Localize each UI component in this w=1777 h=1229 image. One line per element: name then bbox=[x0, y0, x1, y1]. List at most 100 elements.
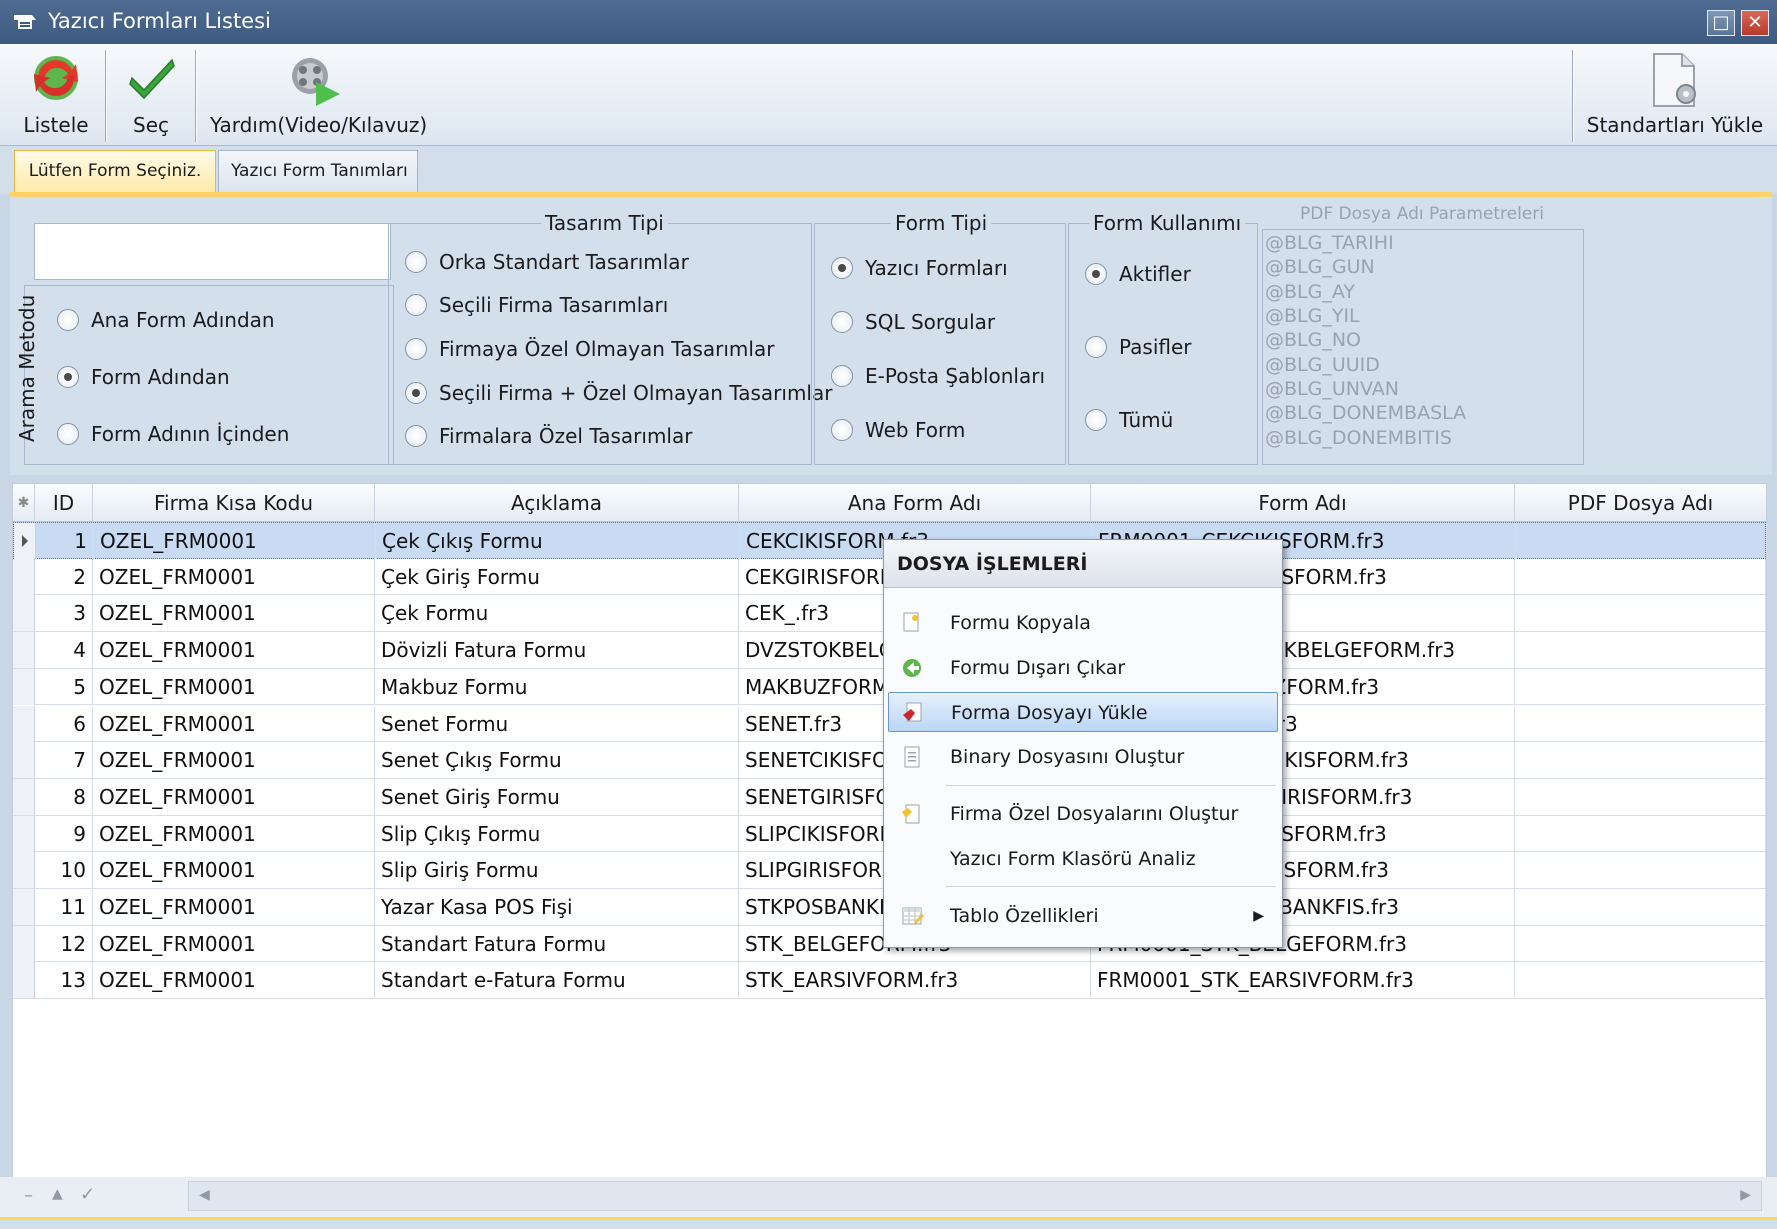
cell-pdf-dosya-adi[interactable] bbox=[1515, 778, 1766, 815]
row-indicator[interactable] bbox=[13, 889, 35, 925]
row-indicator[interactable] bbox=[13, 852, 35, 889]
row-indicator[interactable] bbox=[13, 632, 35, 669]
cell-pdf-dosya-adi[interactable] bbox=[1515, 705, 1766, 742]
standartlari-yukle-button[interactable]: Standartları Yükle bbox=[1580, 44, 1770, 145]
radio-yazici-formlari[interactable]: Yazıcı Formları bbox=[831, 254, 1008, 282]
cell-aciklama[interactable]: Senet Formu bbox=[375, 705, 739, 742]
cell-firma-kisa-kodu[interactable]: OZEL_FRM0001 bbox=[93, 889, 375, 925]
cell-pdf-dosya-adi[interactable] bbox=[1515, 632, 1766, 669]
cell-form-adi[interactable]: FRM0001_STK_EARSIVFORM.fr3 bbox=[1091, 962, 1515, 999]
cell-firma-kisa-kodu[interactable]: OZEL_FRM0001 bbox=[93, 595, 375, 632]
cell-firma-kisa-kodu[interactable]: OZEL_FRM0001 bbox=[93, 815, 375, 852]
menu-item-tablo-ozellikleri[interactable]: Tablo Özellikleri ▶ bbox=[888, 896, 1278, 936]
radio-eposta-sablonlari[interactable]: E-Posta Şablonları bbox=[831, 362, 1045, 390]
header-id[interactable]: ID bbox=[35, 484, 93, 522]
row-indicator[interactable] bbox=[13, 778, 35, 815]
search-input[interactable] bbox=[34, 223, 391, 280]
nav-minus-button[interactable]: – bbox=[24, 1185, 33, 1206]
cell-aciklama[interactable]: Senet Giriş Formu bbox=[375, 778, 739, 815]
radio-ana-form-adindan[interactable]: Ana Form Adından bbox=[57, 306, 275, 334]
row-indicator[interactable] bbox=[13, 705, 35, 742]
nav-check-button[interactable]: ✓ bbox=[80, 1184, 95, 1205]
radio-form-adinin-icinden[interactable]: Form Adının İçinden bbox=[57, 420, 289, 448]
row-indicator[interactable] bbox=[13, 558, 35, 595]
cell-id[interactable]: 2 bbox=[35, 558, 93, 595]
cell-id[interactable]: 10 bbox=[35, 852, 93, 889]
header-firma-kisa-kodu[interactable]: Firma Kısa Kodu bbox=[93, 484, 375, 522]
cell-pdf-dosya-adi[interactable] bbox=[1516, 523, 1767, 559]
cell-firma-kisa-kodu[interactable]: OZEL_FRM0001 bbox=[93, 925, 375, 962]
row-indicator[interactable] bbox=[13, 815, 35, 852]
cell-firma-kisa-kodu[interactable]: OZEL_FRM0001 bbox=[93, 558, 375, 595]
cell-firma-kisa-kodu[interactable]: OZEL_FRM0001 bbox=[93, 668, 375, 705]
cell-id[interactable]: 7 bbox=[35, 742, 93, 779]
header-form-adi[interactable]: Form Adı bbox=[1091, 484, 1515, 522]
cell-aciklama[interactable]: Standart e-Fatura Formu bbox=[375, 962, 739, 999]
cell-id[interactable]: 13 bbox=[35, 962, 93, 999]
cell-pdf-dosya-adi[interactable] bbox=[1515, 668, 1766, 705]
cell-id[interactable]: 4 bbox=[35, 632, 93, 669]
cell-ana-form-adi[interactable]: STK_EARSIVFORM.fr3 bbox=[739, 962, 1091, 999]
menu-item-formu-kopyala[interactable]: Formu Kopyala bbox=[888, 603, 1278, 643]
cell-pdf-dosya-adi[interactable] bbox=[1515, 962, 1766, 999]
radio-secili-firma-ozel-olmayan[interactable]: Seçili Firma + Özel Olmayan Tasarımlar bbox=[405, 379, 832, 407]
cell-firma-kisa-kodu[interactable]: OZEL_FRM0001 bbox=[94, 523, 376, 559]
horizontal-scrollbar[interactable]: ◀ ▶ bbox=[188, 1181, 1762, 1211]
cell-firma-kisa-kodu[interactable]: OZEL_FRM0001 bbox=[93, 852, 375, 889]
radio-pasifler[interactable]: Pasifler bbox=[1085, 333, 1192, 361]
cell-firma-kisa-kodu[interactable]: OZEL_FRM0001 bbox=[93, 632, 375, 669]
scroll-left-icon[interactable]: ◀ bbox=[199, 1187, 210, 1203]
nav-up-button[interactable]: ▲ bbox=[52, 1186, 63, 1202]
yardim-button[interactable]: Yardım(Video/Kılavuz) bbox=[210, 44, 427, 145]
radio-secili-firma[interactable]: Seçili Firma Tasarımları bbox=[405, 291, 668, 319]
menu-item-binary-dosyasini-olustur[interactable]: Binary Dosyasını Oluştur bbox=[888, 737, 1278, 777]
tab-form-secimi[interactable]: Lütfen Form Seçiniz. bbox=[14, 150, 216, 194]
cell-pdf-dosya-adi[interactable] bbox=[1515, 925, 1766, 962]
cell-aciklama[interactable]: Senet Çıkış Formu bbox=[375, 742, 739, 779]
cell-aciklama[interactable]: Makbuz Formu bbox=[375, 668, 739, 705]
menu-item-forma-dosyayi-yukle[interactable]: Forma Dosyayı Yükle bbox=[888, 692, 1278, 732]
header-aciklama[interactable]: Açıklama bbox=[375, 484, 739, 522]
cell-aciklama[interactable]: Slip Çıkış Formu bbox=[375, 815, 739, 852]
cell-pdf-dosya-adi[interactable] bbox=[1515, 815, 1766, 852]
cell-id[interactable]: 5 bbox=[35, 668, 93, 705]
row-indicator[interactable] bbox=[13, 668, 35, 705]
cell-pdf-dosya-adi[interactable] bbox=[1515, 852, 1766, 889]
radio-orka-standart[interactable]: Orka Standart Tasarımlar bbox=[405, 248, 689, 276]
cell-aciklama[interactable]: Çek Giriş Formu bbox=[375, 558, 739, 595]
cell-id[interactable]: 1 bbox=[36, 523, 94, 559]
cell-aciklama[interactable]: Çek Formu bbox=[375, 595, 739, 632]
row-indicator[interactable] bbox=[13, 962, 35, 999]
maximize-button[interactable]: □ bbox=[1707, 10, 1735, 36]
header-ana-form-adi[interactable]: Ana Form Adı bbox=[739, 484, 1091, 522]
cell-pdf-dosya-adi[interactable] bbox=[1515, 595, 1766, 632]
row-indicator[interactable] bbox=[13, 595, 35, 632]
row-indicator[interactable] bbox=[13, 742, 35, 779]
cell-id[interactable]: 3 bbox=[35, 595, 93, 632]
cell-aciklama[interactable]: Standart Fatura Formu bbox=[375, 925, 739, 962]
cell-id[interactable]: 6 bbox=[35, 705, 93, 742]
menu-item-formu-disari-cikar[interactable]: Formu Dışarı Çıkar bbox=[888, 648, 1278, 688]
close-button[interactable]: ✕ bbox=[1741, 10, 1769, 36]
table-row[interactable]: 13 OZEL_FRM0001 Standart e-Fatura Formu STK… bbox=[13, 962, 1766, 1000]
cell-pdf-dosya-adi[interactable] bbox=[1515, 889, 1766, 925]
cell-id[interactable]: 12 bbox=[35, 925, 93, 962]
tab-yazici-form-tanimlari[interactable]: Yazıcı Form Tanımları bbox=[218, 150, 418, 194]
sec-button[interactable]: Seç bbox=[112, 44, 190, 145]
cell-id[interactable]: 11 bbox=[35, 889, 93, 925]
menu-item-firma-ozel-dosyalari[interactable]: Firma Özel Dosyalarını Oluştur bbox=[888, 794, 1278, 834]
cell-aciklama[interactable]: Slip Giriş Formu bbox=[375, 852, 739, 889]
radio-tumu[interactable]: Tümü bbox=[1085, 406, 1173, 434]
cell-id[interactable]: 9 bbox=[35, 815, 93, 852]
header-pdf-dosya-adi[interactable]: PDF Dosya Adı bbox=[1515, 484, 1766, 522]
cell-firma-kisa-kodu[interactable]: OZEL_FRM0001 bbox=[93, 742, 375, 779]
radio-sql-sorgular[interactable]: SQL Sorgular bbox=[831, 308, 995, 336]
cell-firma-kisa-kodu[interactable]: OZEL_FRM0001 bbox=[93, 778, 375, 815]
cell-pdf-dosya-adi[interactable] bbox=[1515, 558, 1766, 595]
scroll-right-icon[interactable]: ▶ bbox=[1740, 1187, 1751, 1203]
cell-aciklama[interactable]: Çek Çıkış Formu bbox=[376, 523, 740, 559]
radio-aktifler[interactable]: Aktifler bbox=[1085, 260, 1191, 288]
listele-button[interactable]: Listele bbox=[14, 44, 98, 145]
radio-web-form[interactable]: Web Form bbox=[831, 416, 965, 444]
cell-id[interactable]: 8 bbox=[35, 778, 93, 815]
